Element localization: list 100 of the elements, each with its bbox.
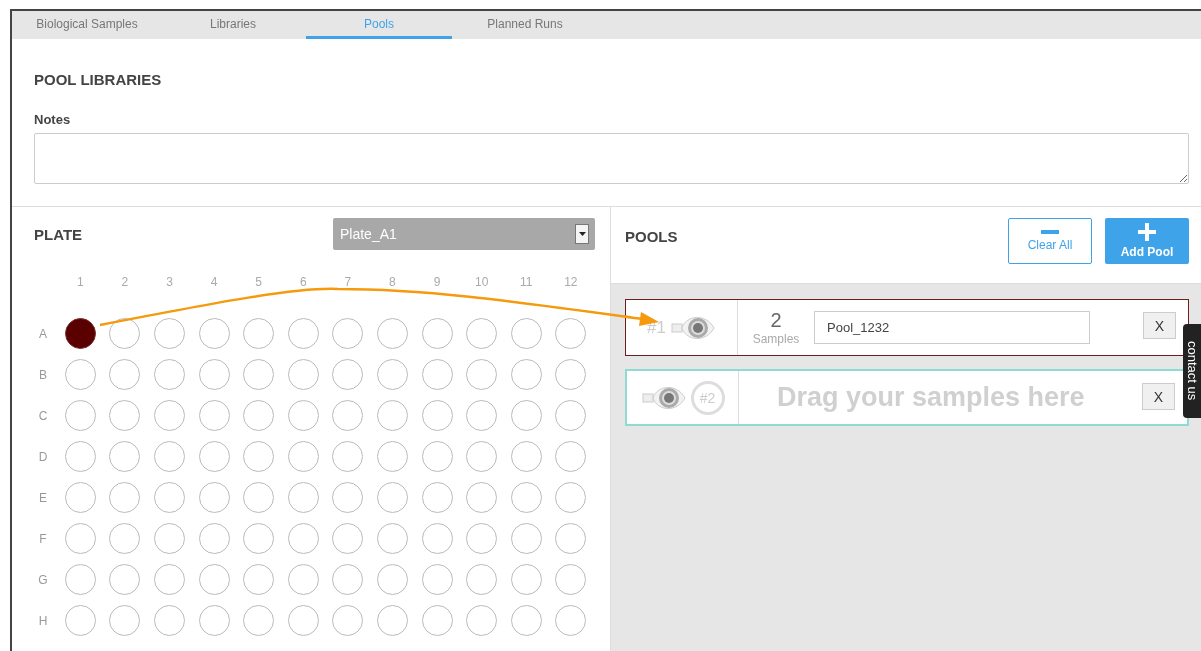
empty-well[interactable]: [64, 441, 96, 472]
empty-well[interactable]: [376, 564, 408, 595]
empty-well[interactable]: [154, 564, 185, 595]
empty-well[interactable]: [109, 400, 141, 431]
empty-well[interactable]: [154, 318, 185, 349]
empty-well[interactable]: [332, 605, 364, 636]
empty-well[interactable]: [64, 482, 96, 513]
empty-well[interactable]: [510, 482, 542, 513]
empty-well[interactable]: [243, 318, 275, 349]
tab[interactable]: Pools: [306, 11, 452, 39]
empty-well[interactable]: [466, 564, 498, 595]
empty-well[interactable]: [287, 441, 319, 472]
empty-well[interactable]: [376, 523, 408, 554]
empty-well[interactable]: [510, 564, 542, 595]
empty-well[interactable]: [510, 441, 542, 472]
empty-well[interactable]: [555, 318, 587, 349]
empty-well[interactable]: [243, 564, 275, 595]
empty-well[interactable]: [510, 318, 542, 349]
empty-well[interactable]: [376, 482, 408, 513]
empty-well[interactable]: [154, 441, 185, 472]
empty-well[interactable]: [64, 523, 96, 554]
empty-well[interactable]: [198, 359, 230, 390]
empty-well[interactable]: [555, 482, 587, 513]
empty-well[interactable]: [466, 359, 498, 390]
contact-us-tab[interactable]: contact us: [1183, 324, 1201, 418]
empty-well[interactable]: [198, 564, 230, 595]
empty-well[interactable]: [64, 564, 96, 595]
empty-well[interactable]: [510, 523, 542, 554]
add-pool-button[interactable]: Add Pool: [1105, 218, 1189, 264]
empty-well[interactable]: [154, 359, 185, 390]
empty-well[interactable]: [198, 400, 230, 431]
empty-well[interactable]: [109, 564, 141, 595]
empty-well[interactable]: [198, 523, 230, 554]
pool-name-field[interactable]: Pool_1232: [814, 311, 1090, 344]
tab[interactable]: Biological Samples: [14, 11, 160, 39]
empty-well[interactable]: [466, 318, 498, 349]
empty-well[interactable]: [64, 359, 96, 390]
empty-well[interactable]: [198, 318, 230, 349]
empty-well[interactable]: [421, 400, 453, 431]
empty-well[interactable]: [332, 359, 364, 390]
empty-well[interactable]: [466, 605, 498, 636]
empty-well[interactable]: [376, 441, 408, 472]
empty-well[interactable]: [287, 523, 319, 554]
empty-well[interactable]: [466, 523, 498, 554]
empty-well[interactable]: [376, 318, 408, 349]
empty-well[interactable]: [421, 564, 453, 595]
empty-well[interactable]: [198, 441, 230, 472]
empty-well[interactable]: [109, 441, 141, 472]
empty-well[interactable]: [421, 318, 453, 349]
empty-well[interactable]: [555, 605, 587, 636]
empty-well[interactable]: [109, 482, 141, 513]
empty-well[interactable]: [287, 564, 319, 595]
empty-well[interactable]: [64, 605, 96, 636]
empty-well[interactable]: [421, 359, 453, 390]
empty-well[interactable]: [243, 359, 275, 390]
empty-well[interactable]: [154, 482, 185, 513]
empty-well[interactable]: [555, 523, 587, 554]
empty-well[interactable]: [332, 482, 364, 513]
empty-well[interactable]: [376, 359, 408, 390]
empty-well[interactable]: [555, 400, 587, 431]
empty-well[interactable]: [109, 523, 141, 554]
empty-well[interactable]: [421, 523, 453, 554]
empty-well[interactable]: [154, 400, 185, 431]
empty-well[interactable]: [243, 605, 275, 636]
filled-well[interactable]: [64, 318, 96, 349]
empty-well[interactable]: [109, 359, 141, 390]
empty-well[interactable]: [510, 605, 542, 636]
plate-dropdown[interactable]: Plate_A1: [333, 218, 595, 250]
empty-well[interactable]: [421, 441, 453, 472]
empty-well[interactable]: [109, 318, 141, 349]
empty-well[interactable]: [376, 605, 408, 636]
empty-well[interactable]: [154, 523, 185, 554]
empty-well[interactable]: [332, 318, 364, 349]
empty-well[interactable]: [243, 482, 275, 513]
empty-well[interactable]: [287, 482, 319, 513]
empty-well[interactable]: [466, 482, 498, 513]
notes-field[interactable]: [34, 133, 1189, 184]
empty-well[interactable]: [287, 318, 319, 349]
empty-well[interactable]: [243, 523, 275, 554]
empty-well[interactable]: [64, 400, 96, 431]
empty-well[interactable]: [555, 564, 587, 595]
empty-well[interactable]: [332, 400, 364, 431]
empty-well[interactable]: [287, 359, 319, 390]
empty-well[interactable]: [109, 605, 141, 636]
empty-well[interactable]: [555, 441, 587, 472]
empty-well[interactable]: [466, 400, 498, 431]
empty-well[interactable]: [287, 605, 319, 636]
empty-well[interactable]: [332, 523, 364, 554]
empty-well[interactable]: [376, 400, 408, 431]
empty-well[interactable]: [332, 441, 364, 472]
tab[interactable]: Planned Runs: [452, 11, 598, 39]
empty-well[interactable]: [198, 605, 230, 636]
empty-well[interactable]: [332, 564, 364, 595]
remove-button[interactable]: X: [1142, 383, 1175, 410]
empty-well[interactable]: [243, 441, 275, 472]
empty-well[interactable]: [287, 400, 319, 431]
empty-well[interactable]: [555, 359, 587, 390]
empty-well[interactable]: [198, 482, 230, 513]
tab[interactable]: Libraries: [160, 11, 306, 39]
clear-all-button[interactable]: Clear All: [1008, 218, 1092, 264]
